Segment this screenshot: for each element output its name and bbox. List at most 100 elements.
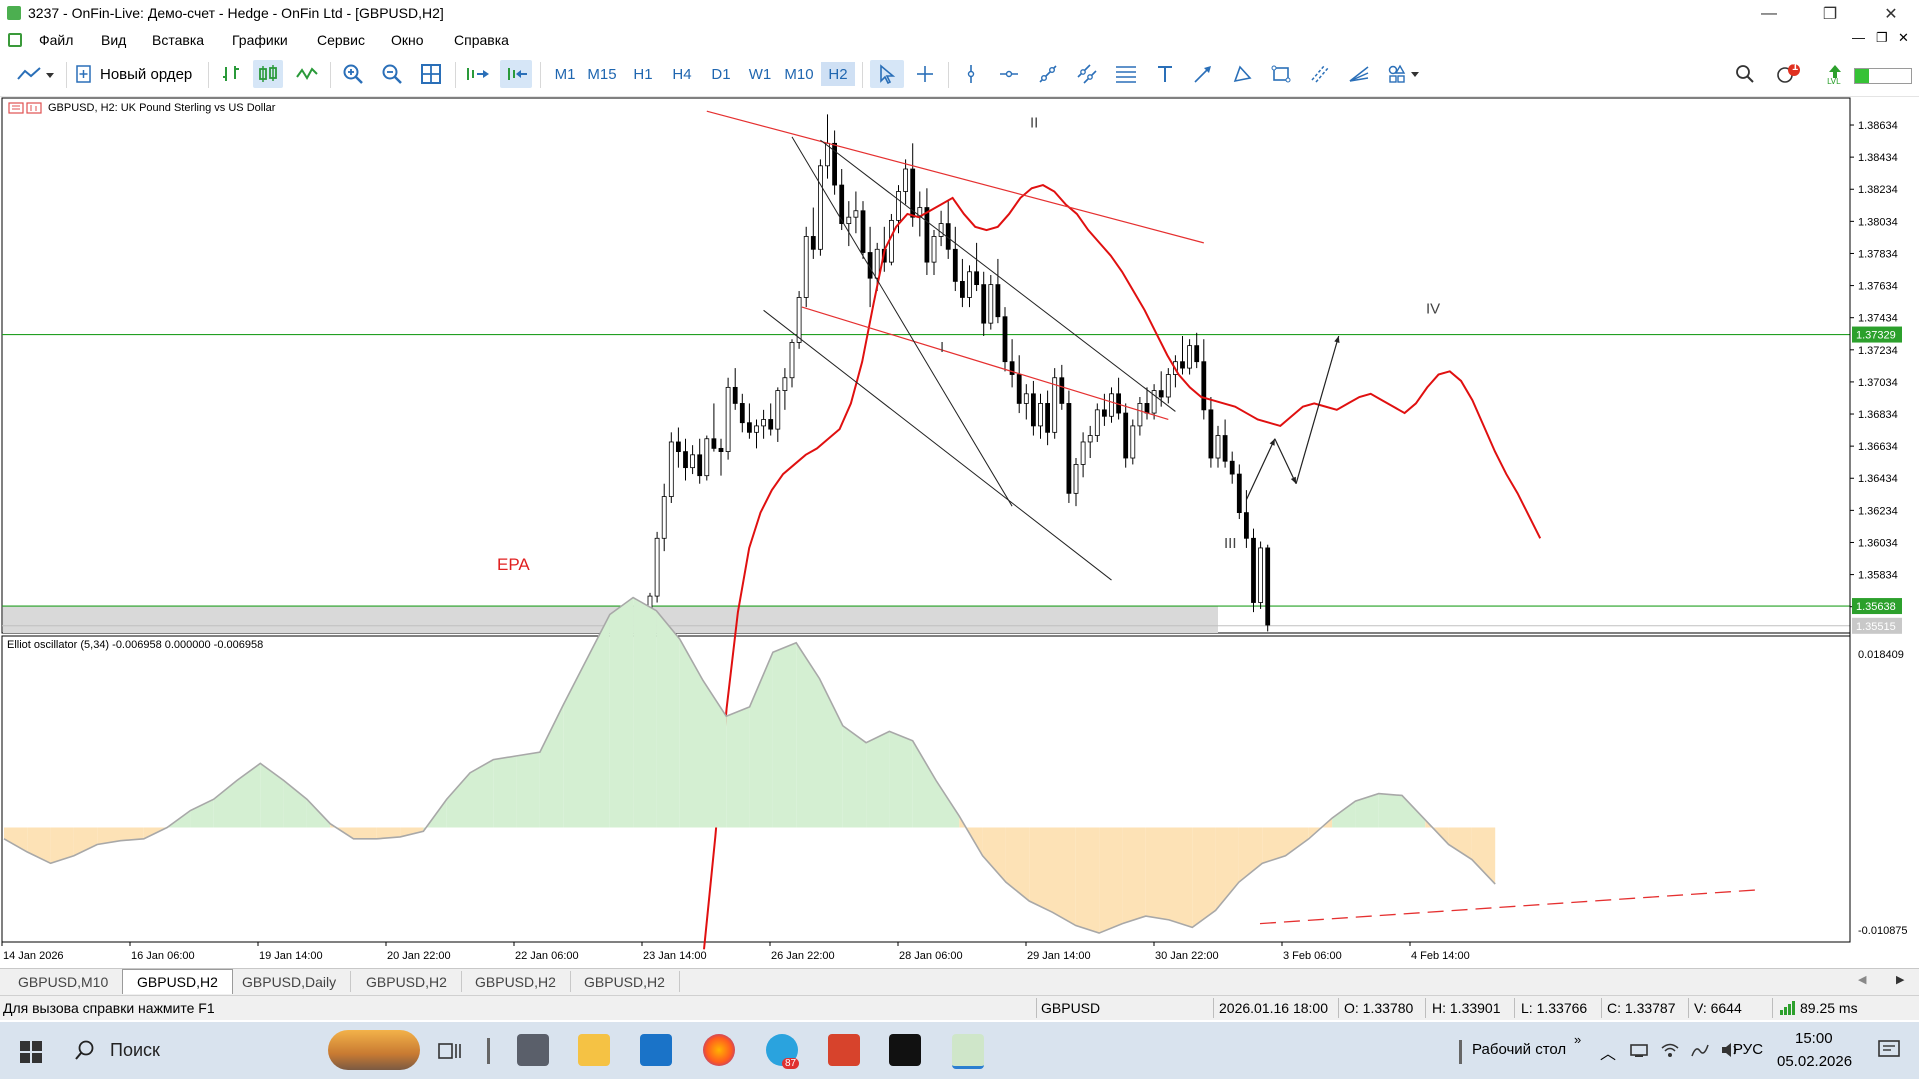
bar-chart-icon[interactable] bbox=[216, 60, 246, 88]
tile-windows-icon[interactable] bbox=[416, 60, 446, 88]
mdi-minimize-button[interactable]: — bbox=[1852, 30, 1865, 45]
shapes-menu-icon[interactable] bbox=[1383, 60, 1427, 88]
candle-body bbox=[1165, 374, 1171, 398]
menu-view[interactable]: Вид bbox=[101, 32, 126, 48]
candle-body bbox=[967, 271, 972, 298]
chart-canvas[interactable]: IIIIIIIVEPA 1.386341.384341.382341.38034… bbox=[0, 96, 1919, 966]
notifications-icon[interactable]: 1 bbox=[1772, 60, 1806, 88]
menu-tools[interactable]: Сервис bbox=[317, 32, 365, 48]
chevron-icon[interactable]: » bbox=[1574, 1032, 1581, 1047]
maximize-button[interactable]: ❐ bbox=[1807, 0, 1853, 28]
timeframe-h2[interactable]: H2 bbox=[821, 62, 855, 86]
horizontal-line-icon[interactable] bbox=[994, 60, 1024, 88]
oscillator-area bbox=[353, 827, 377, 839]
tray-pen-icon[interactable] bbox=[1690, 1041, 1710, 1062]
tray-chevron-up-icon[interactable]: ︿ bbox=[1600, 1040, 1616, 1064]
text-tool-icon[interactable] bbox=[1150, 60, 1180, 88]
chart-window[interactable]: I II III IV EPA 1.38634 1.38434 1.38234 1.38034… bbox=[0, 96, 1919, 966]
gann-icon[interactable] bbox=[1344, 60, 1374, 88]
candle-body bbox=[732, 386, 738, 404]
candle-body bbox=[1180, 361, 1185, 369]
pitchfork-icon[interactable] bbox=[1305, 60, 1335, 88]
chart-tab[interactable]: GBPUSD,H2 bbox=[461, 971, 571, 992]
outlook-app-icon[interactable] bbox=[640, 1034, 672, 1066]
menu-window[interactable]: Окно bbox=[391, 32, 424, 48]
wave-label: III bbox=[1224, 535, 1237, 552]
candle-body bbox=[1073, 464, 1079, 494]
mdi-close-button[interactable]: ✕ bbox=[1898, 30, 1909, 46]
tray-time[interactable]: 15:00 bbox=[1795, 1030, 1833, 1047]
tray-date[interactable]: 05.02.2026 bbox=[1777, 1053, 1852, 1070]
windows-start-icon[interactable] bbox=[20, 1041, 42, 1066]
timeframe-m10[interactable]: M10 bbox=[782, 62, 816, 86]
candle-body bbox=[1031, 393, 1036, 427]
chart-tab[interactable]: GBPUSD,M10 bbox=[4, 971, 124, 992]
epa-annotation: EPA bbox=[497, 555, 530, 574]
candle-body bbox=[1222, 435, 1228, 462]
tabs-scroll-right-icon[interactable]: ▶ bbox=[1896, 973, 1904, 986]
tray-language[interactable]: РУС bbox=[1733, 1041, 1763, 1058]
oscillator-area bbox=[1099, 827, 1123, 934]
rectangle-tool-icon[interactable] bbox=[1266, 60, 1296, 88]
trendline-icon[interactable] bbox=[1033, 60, 1063, 88]
auto-scroll-icon[interactable] bbox=[462, 60, 494, 88]
timeframe-w1[interactable]: W1 bbox=[743, 62, 777, 86]
candlestick-chart-icon[interactable] bbox=[253, 60, 283, 88]
candle-body bbox=[981, 284, 987, 324]
line-chart-icon[interactable] bbox=[292, 60, 322, 88]
new-order-label: Новый ордер bbox=[100, 65, 193, 83]
time-tick-label: 29 Jan 14:00 bbox=[1027, 950, 1091, 962]
candle-body bbox=[1059, 377, 1065, 404]
chart-tab-active[interactable]: GBPUSD,H2 bbox=[122, 969, 233, 994]
crosshair-tool-icon[interactable] bbox=[910, 60, 940, 88]
chart-tab[interactable]: GBPUSD,H2 bbox=[570, 971, 680, 992]
connection-bar bbox=[1854, 68, 1912, 84]
chart-menu-icon[interactable] bbox=[8, 102, 42, 114]
menu-file[interactable]: Файл bbox=[39, 32, 73, 48]
cursor-tool-icon[interactable] bbox=[870, 60, 904, 88]
timeframe-h4[interactable]: H4 bbox=[665, 62, 699, 86]
timeframe-m1[interactable]: M1 bbox=[548, 62, 582, 86]
fibonacci-icon[interactable] bbox=[1111, 60, 1141, 88]
task-view-icon[interactable] bbox=[438, 1042, 462, 1065]
tray-network-icon[interactable] bbox=[1630, 1041, 1648, 1062]
timeframe-m15[interactable]: M15 bbox=[585, 62, 619, 86]
mdi-restore-button[interactable]: ❐ bbox=[1876, 30, 1888, 46]
status-low: L: 1.33766 bbox=[1521, 1000, 1588, 1016]
arrow-line-icon[interactable] bbox=[1188, 60, 1218, 88]
price-tick-label: 1.36034 bbox=[1858, 537, 1898, 549]
trading-terminal-icon[interactable] bbox=[952, 1034, 984, 1069]
tray-wifi-icon[interactable] bbox=[1660, 1041, 1680, 1062]
tabs-scroll-left-icon[interactable]: ◀ bbox=[1858, 973, 1866, 986]
chart-tab[interactable]: GBPUSD,Daily bbox=[228, 971, 352, 992]
candle-body bbox=[661, 496, 667, 539]
capcut-app-icon[interactable] bbox=[889, 1034, 921, 1066]
calculator-app-icon[interactable] bbox=[517, 1034, 549, 1066]
chart-type-icon[interactable] bbox=[14, 60, 58, 88]
file-explorer-icon[interactable] bbox=[578, 1034, 610, 1066]
status-high: H: 1.33901 bbox=[1432, 1000, 1501, 1016]
menu-insert[interactable]: Вставка bbox=[152, 32, 204, 48]
close-button[interactable]: ✕ bbox=[1868, 0, 1914, 28]
bookmark-app-icon[interactable] bbox=[828, 1034, 860, 1066]
menu-help[interactable]: Справка bbox=[454, 32, 509, 48]
price-tick-label: 1.36634 bbox=[1858, 441, 1898, 453]
candle-body bbox=[761, 419, 766, 427]
chart-shift-icon[interactable] bbox=[500, 60, 532, 88]
new-order-button[interactable]: Новый ордер bbox=[74, 60, 202, 88]
chart-tab[interactable]: GBPUSD,H2 bbox=[352, 971, 462, 992]
minimize-button[interactable]: — bbox=[1746, 0, 1792, 28]
zoom-in-icon[interactable] bbox=[338, 60, 368, 88]
firefox-icon[interactable] bbox=[703, 1034, 735, 1066]
vertical-line-icon[interactable] bbox=[956, 60, 986, 88]
timeframe-h1[interactable]: H1 bbox=[626, 62, 660, 86]
taskbar-search[interactable]: Поиск bbox=[60, 1030, 420, 1070]
zoom-out-icon[interactable] bbox=[377, 60, 407, 88]
desktop-toolbar-label[interactable]: Рабочий стол bbox=[1472, 1041, 1566, 1058]
menu-charts[interactable]: Графики bbox=[232, 32, 288, 48]
search-icon[interactable] bbox=[1730, 60, 1760, 88]
triangle-tool-icon[interactable] bbox=[1227, 60, 1257, 88]
channel-icon[interactable] bbox=[1072, 60, 1102, 88]
notification-center-icon[interactable] bbox=[1878, 1040, 1900, 1063]
timeframe-d1[interactable]: D1 bbox=[704, 62, 738, 86]
